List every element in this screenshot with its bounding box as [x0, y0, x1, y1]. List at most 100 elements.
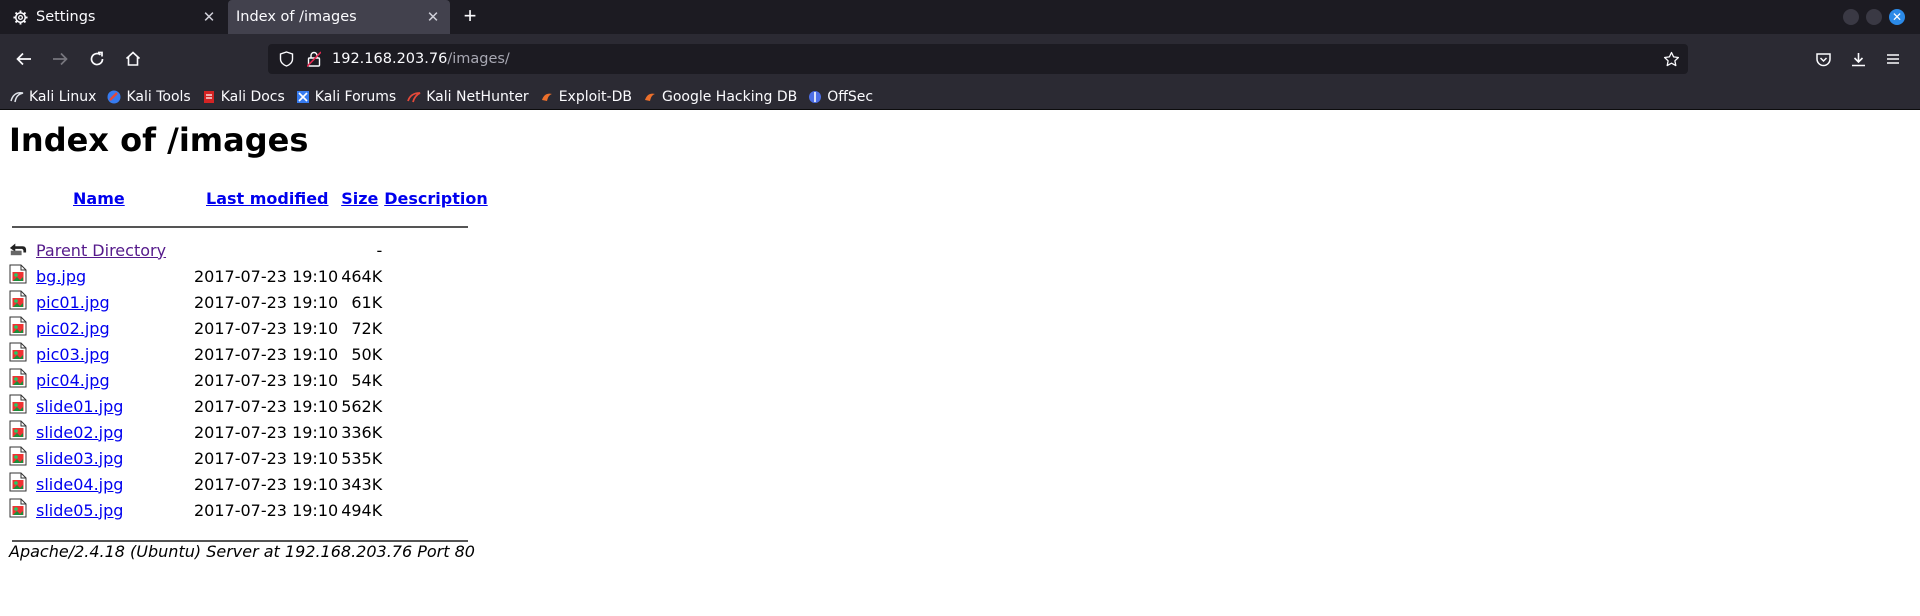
- bookmark-kali-nethunter[interactable]: Kali NetHunter: [407, 89, 529, 105]
- description-cell: [382, 237, 490, 263]
- close-tab-icon[interactable]: ✕: [422, 6, 444, 28]
- bookmark-kali-docs[interactable]: Kali Docs: [202, 89, 285, 105]
- image-file-icon: [9, 368, 27, 388]
- bookmarks-toolbar: Kali Linux Kali Tools Kali Docs Kali For…: [0, 84, 1920, 110]
- file-link[interactable]: slide02.jpg: [36, 423, 123, 442]
- file-link[interactable]: pic01.jpg: [36, 293, 110, 312]
- file-link[interactable]: bg.jpg: [36, 267, 86, 286]
- name-cell: slide01.jpg: [33, 393, 191, 419]
- name-cell: slide02.jpg: [33, 419, 191, 445]
- modified-cell: 2017-07-23 19:10: [194, 266, 339, 286]
- minimize-window-button[interactable]: [1843, 9, 1859, 25]
- file-link[interactable]: slide05.jpg: [36, 501, 123, 520]
- close-tab-icon[interactable]: ✕: [198, 6, 220, 28]
- kali-docs-icon: [202, 90, 216, 104]
- sort-by-description-link[interactable]: Description: [384, 189, 487, 208]
- nethunter-icon: [407, 90, 421, 104]
- description-cell: [382, 263, 490, 289]
- divider-row: [9, 211, 491, 237]
- file-link[interactable]: pic03.jpg: [36, 345, 110, 364]
- tab-label: Index of /images: [236, 9, 357, 25]
- bookmark-kali-forums[interactable]: Kali Forums: [296, 89, 396, 105]
- bookmark-label: Kali Tools: [126, 88, 191, 105]
- name-cell: slide03.jpg: [33, 445, 191, 471]
- modified-cell: 2017-07-23 19:10: [194, 292, 339, 312]
- listing-body: Parent Directory - bg.jpg 2017-07-23 19:1…: [9, 237, 491, 523]
- bookmark-label: Exploit-DB: [558, 88, 632, 105]
- bookmark-kali-tools[interactable]: Kali Tools: [107, 88, 191, 105]
- table-row: pic03.jpg 2017-07-23 19:10 50K: [9, 341, 491, 367]
- forward-button[interactable]: [47, 46, 73, 72]
- sort-by-modified-link[interactable]: Last modified: [206, 189, 329, 208]
- name-cell: pic03.jpg: [33, 341, 191, 367]
- size-cell: 494K: [341, 500, 383, 520]
- tab-label: Settings: [36, 9, 96, 25]
- parent-directory-link[interactable]: Parent Directory: [36, 241, 166, 260]
- ghdb-icon: [643, 90, 657, 104]
- back-folder-icon: [9, 243, 27, 256]
- image-file-icon: [9, 420, 27, 440]
- reload-icon: [90, 51, 104, 66]
- address-bar[interactable]: 192.168.203.76/images/: [268, 44, 1688, 74]
- bookmark-kali-linux[interactable]: Kali Linux: [10, 89, 96, 105]
- pocket-button[interactable]: [1810, 46, 1836, 72]
- file-link[interactable]: pic04.jpg: [36, 371, 110, 390]
- modified-cell: 2017-07-23 19:10: [194, 474, 339, 494]
- close-window-button[interactable]: ✕: [1889, 9, 1905, 25]
- back-arrow-icon: [16, 52, 31, 66]
- description-cell: [382, 367, 490, 393]
- size-cell: 464K: [341, 266, 383, 286]
- modified-cell: 2017-07-23 19:10: [194, 448, 339, 468]
- description-cell: [382, 445, 490, 471]
- back-button[interactable]: [11, 46, 37, 72]
- table-row: bg.jpg 2017-07-23 19:10 464K: [9, 263, 491, 289]
- file-link[interactable]: pic02.jpg: [36, 319, 110, 338]
- sort-by-name-link[interactable]: Name: [73, 189, 125, 208]
- server-signature: Apache/2.4.18 (Ubuntu) Server at 192.168…: [9, 542, 475, 561]
- tab-settings[interactable]: Settings ✕: [0, 0, 226, 34]
- insecure-lock-icon[interactable]: [306, 51, 322, 67]
- bookmark-star-icon[interactable]: [1662, 50, 1680, 68]
- name-cell: Parent Directory: [33, 237, 191, 263]
- image-file-icon: [9, 498, 27, 518]
- tab-index-of-images[interactable]: Index of /images ✕: [228, 0, 450, 34]
- modified-cell: 2017-07-23 19:10: [194, 318, 339, 338]
- navigation-toolbar: 192.168.203.76/images/: [0, 34, 1920, 84]
- bookmark-offsec[interactable]: OffSec: [808, 89, 873, 105]
- sort-by-size-link[interactable]: Size: [341, 189, 378, 208]
- gear-icon: [12, 9, 28, 25]
- bookmark-google-hacking-db[interactable]: Google Hacking DB: [643, 89, 797, 105]
- size-cell: 336K: [341, 422, 383, 442]
- size-cell: 50K: [351, 344, 383, 364]
- description-cell: [382, 393, 490, 419]
- reload-button[interactable]: [84, 46, 110, 72]
- size-cell: 343K: [341, 474, 383, 494]
- image-file-icon: [9, 472, 27, 492]
- bookmark-label: Google Hacking DB: [661, 88, 798, 105]
- home-button[interactable]: [120, 46, 146, 72]
- table-row: pic02.jpg 2017-07-23 19:10 72K: [9, 315, 491, 341]
- bookmark-label: Kali Forums: [314, 88, 397, 105]
- bookmark-exploit-db[interactable]: Exploit-DB: [540, 89, 632, 105]
- app-menu-button[interactable]: [1880, 46, 1906, 72]
- name-cell: pic01.jpg: [33, 289, 191, 315]
- file-icon-cell: [9, 497, 33, 523]
- downloads-button[interactable]: [1845, 46, 1871, 72]
- new-tab-button[interactable]: +: [458, 5, 482, 29]
- name-cell: bg.jpg: [33, 263, 191, 289]
- kali-tools-icon: [107, 90, 121, 104]
- file-icon-cell: [9, 315, 33, 341]
- page-viewport: Index of /images Name Last modified Size…: [0, 111, 1920, 616]
- tab-strip: Settings ✕ Index of /images ✕ + ✕: [0, 0, 1920, 34]
- download-icon: [1851, 52, 1865, 66]
- file-link[interactable]: slide01.jpg: [36, 397, 123, 416]
- url-host: 192.168.203.76: [332, 51, 448, 67]
- maximize-window-button[interactable]: [1866, 9, 1882, 25]
- file-link[interactable]: slide03.jpg: [36, 449, 123, 468]
- bookmark-label: Kali Docs: [220, 88, 285, 105]
- file-icon-cell: [9, 289, 33, 315]
- size-cell: -: [376, 240, 383, 260]
- file-link[interactable]: slide04.jpg: [36, 475, 123, 494]
- page-title: Index of /images: [9, 121, 309, 159]
- tracking-shield-icon[interactable]: [278, 51, 294, 67]
